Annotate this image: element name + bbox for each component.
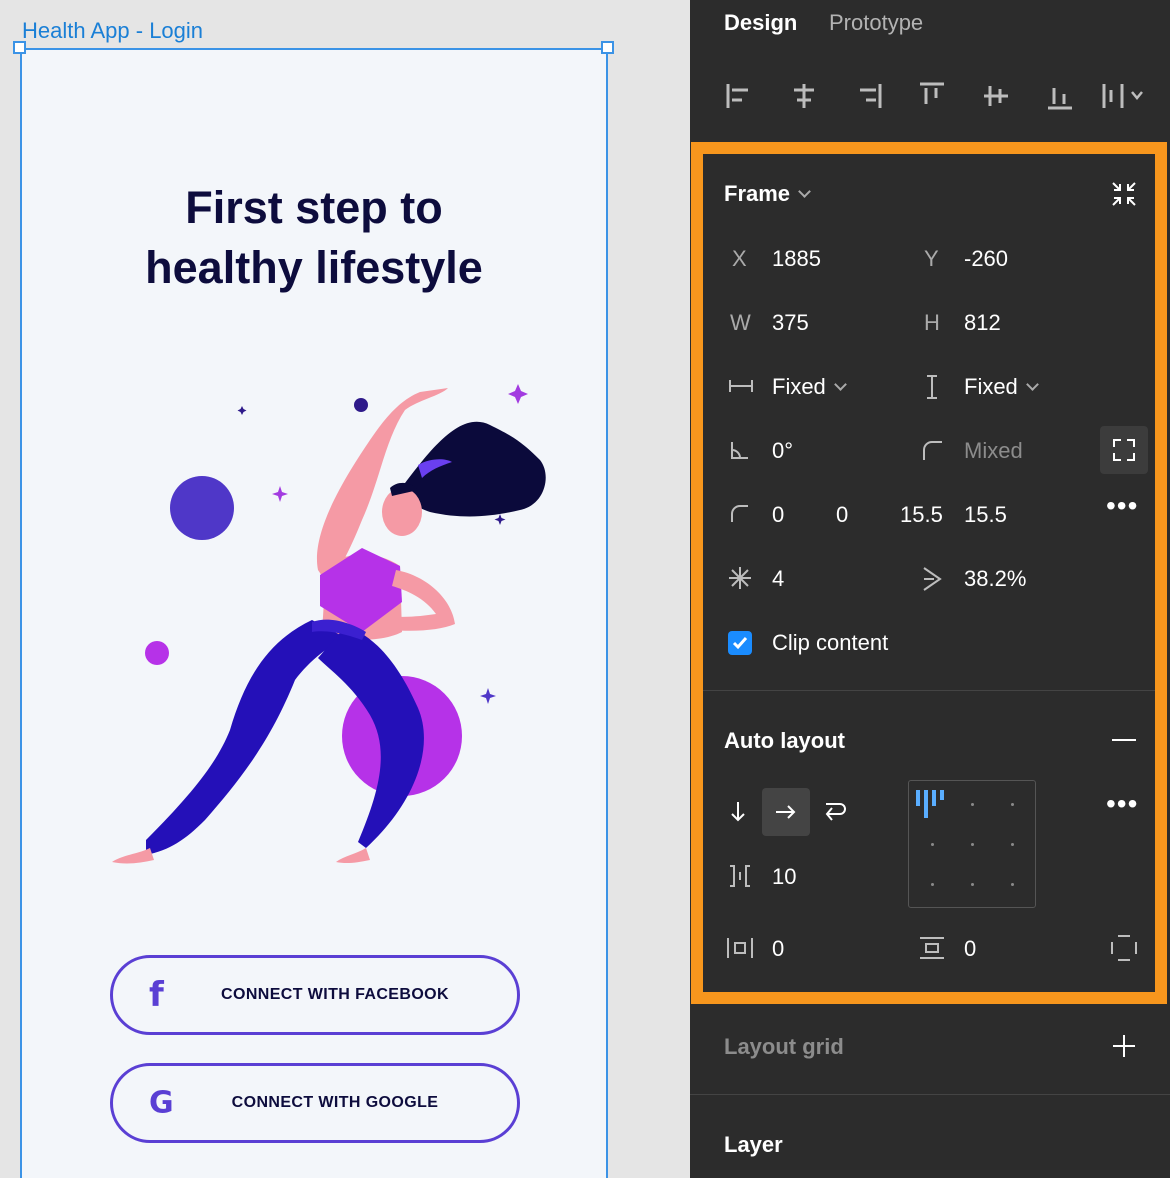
align-horizontal-center-icon[interactable] xyxy=(788,80,820,112)
fitness-woman-illustration xyxy=(112,384,546,864)
ratio-input[interactable]: 38.2% xyxy=(964,566,1026,592)
spacing-input[interactable]: 10 xyxy=(772,864,796,890)
chevron-down-icon xyxy=(798,185,811,198)
design-canvas[interactable]: Health App - Login First step to healthy… xyxy=(0,0,690,1178)
facebook-button-label: CONNECT WITH FACEBOOK xyxy=(221,986,449,1003)
resize-handle-top-left[interactable] xyxy=(13,41,26,54)
sparkle-2 xyxy=(272,486,288,502)
decor-dot-top xyxy=(354,398,368,412)
w-input[interactable]: 375 xyxy=(772,310,809,336)
x-label: X xyxy=(732,246,747,271)
star-count-icon xyxy=(729,567,751,589)
align-left-icon[interactable] xyxy=(724,80,756,112)
rotation-icon xyxy=(731,442,748,459)
decor-circle-small xyxy=(145,641,169,665)
vertical-padding-icon xyxy=(920,937,944,959)
connect-google-button[interactable]: G CONNECT WITH GOOGLE xyxy=(110,1063,520,1143)
alignment-grid[interactable] xyxy=(908,780,1036,908)
facebook-icon: f xyxy=(149,975,164,1015)
frame-section-title[interactable]: Frame xyxy=(724,181,811,207)
google-button-label: CONNECT WITH GOOGLE xyxy=(231,1094,439,1111)
rotation-input[interactable]: 0° xyxy=(772,438,793,464)
section-divider xyxy=(690,1094,1170,1095)
layout-grid-title: Layout grid xyxy=(724,1034,844,1059)
h-input[interactable]: 812 xyxy=(964,310,1001,336)
h-label: H xyxy=(924,310,940,335)
corner-bottom-right-input[interactable]: 15.5 xyxy=(900,502,943,528)
head xyxy=(382,488,422,536)
direction-vertical-icon[interactable] xyxy=(728,800,748,824)
height-mode-select[interactable]: Fixed xyxy=(964,374,1039,400)
corner-radius-icon xyxy=(731,505,748,522)
horizontal-resizing-icon xyxy=(729,380,753,392)
x-input[interactable]: 1885 xyxy=(772,246,821,272)
independent-corners-icon xyxy=(1113,439,1135,461)
individual-padding-icon[interactable] xyxy=(1110,934,1138,962)
right-foot xyxy=(336,848,370,864)
horizontal-padding-icon xyxy=(727,938,753,958)
collapse-icon[interactable] xyxy=(1110,180,1138,208)
star-count-input[interactable]: 4 xyxy=(772,566,784,592)
section-divider xyxy=(702,690,1160,691)
width-mode-select[interactable]: Fixed xyxy=(772,374,847,400)
wrap-icon[interactable] xyxy=(822,800,848,824)
vertical-resizing-icon xyxy=(927,375,937,399)
corner-top-right-input[interactable]: 0 xyxy=(836,502,848,528)
more-options-icon[interactable]: ••• xyxy=(1106,490,1138,522)
sparkle-4 xyxy=(237,406,247,415)
heading-line-2: healthy lifestyle xyxy=(145,242,483,293)
sparkle-5 xyxy=(494,514,506,525)
connect-facebook-button[interactable]: f CONNECT WITH FACEBOOK xyxy=(110,955,520,1035)
corner-radius-icon xyxy=(923,441,942,460)
heading-line-1: First step to xyxy=(185,182,443,233)
auto-layout-more-icon[interactable]: ••• xyxy=(1106,788,1138,820)
y-input[interactable]: -260 xyxy=(964,246,1008,272)
tab-prototype[interactable]: Prototype xyxy=(829,10,923,36)
ratio-icon xyxy=(923,567,942,591)
arrow-right-icon xyxy=(776,805,796,819)
remove-auto-layout-icon[interactable] xyxy=(1112,738,1136,742)
align-bottom-icon[interactable] xyxy=(1044,80,1076,112)
corner-top-left-input[interactable]: 0 xyxy=(772,502,784,528)
clip-content-checkbox[interactable] xyxy=(728,631,752,655)
frame-name-label[interactable]: Health App - Login xyxy=(22,18,203,44)
design-inspector-panel: Design Prototype Frame X 1885 Y -260 W 3… xyxy=(690,0,1170,1178)
vertical-padding-input[interactable]: 0 xyxy=(964,936,976,962)
direction-horizontal-button[interactable] xyxy=(762,788,810,836)
w-label: W xyxy=(730,310,751,335)
corner-bottom-left-input[interactable]: 15.5 xyxy=(964,502,1007,528)
sparkle-3 xyxy=(480,688,496,704)
layer-section-title: Layer xyxy=(724,1132,783,1157)
checkmark-icon xyxy=(732,637,748,650)
independent-corners-button[interactable] xyxy=(1100,426,1148,474)
auto-layout-title: Auto layout xyxy=(724,728,845,753)
y-label: Y xyxy=(924,246,939,271)
decor-circle-large xyxy=(170,476,234,540)
page-heading: First step to healthy lifestyle xyxy=(20,178,608,298)
spacing-icon xyxy=(730,865,750,887)
horizontal-padding-input[interactable]: 0 xyxy=(772,936,784,962)
resize-handle-top-right[interactable] xyxy=(601,41,614,54)
distribute-icon[interactable] xyxy=(1100,80,1148,112)
align-right-icon[interactable] xyxy=(852,80,884,112)
clip-content-label: Clip content xyxy=(772,630,889,655)
google-icon: G xyxy=(149,1085,174,1121)
left-leg xyxy=(146,620,346,855)
sparkle-1 xyxy=(508,384,528,404)
align-top-icon[interactable] xyxy=(916,80,948,112)
corner-radius-input[interactable]: Mixed xyxy=(964,438,1023,464)
left-foot xyxy=(112,848,154,864)
add-layout-grid-icon[interactable] xyxy=(1112,1034,1136,1058)
tab-design[interactable]: Design xyxy=(724,10,797,36)
chevron-down-icon xyxy=(833,378,847,391)
chevron-down-icon xyxy=(1025,378,1039,391)
align-vertical-center-icon[interactable] xyxy=(980,80,1012,112)
